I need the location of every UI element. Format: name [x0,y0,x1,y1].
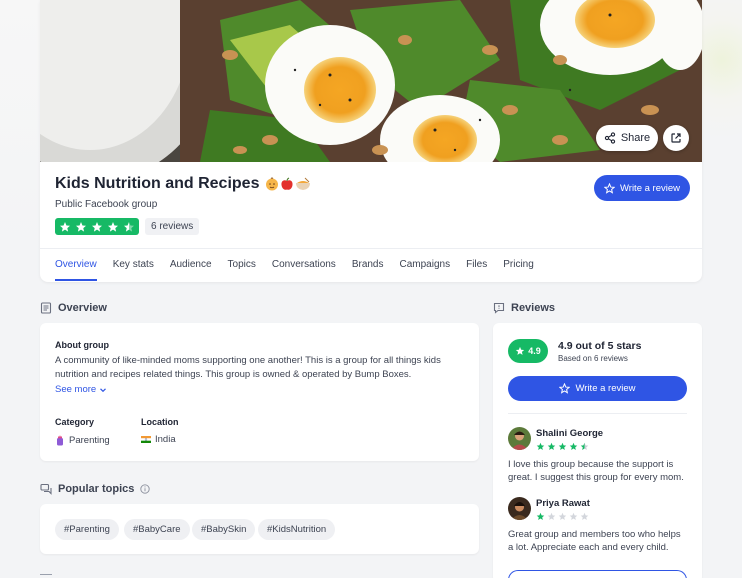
tab-audience[interactable]: Audience [170,259,212,279]
about-group-card: About group A community of like-minded m… [40,323,479,461]
write-review-button-sidebar[interactable]: Write a review [508,376,687,401]
review-bubble-icon [493,302,505,314]
popular-topics-title: Popular topics [58,483,135,495]
star-pen-icon [559,383,571,394]
tab-conversations[interactable]: Conversations [272,259,336,279]
tab-pricing[interactable]: Pricing [503,259,534,279]
topic-chip[interactable]: #BabySkin [192,519,256,540]
star-pen-icon [603,182,615,194]
star-icon [547,442,556,450]
star-icon [516,346,525,355]
star-empty-icon [547,512,556,520]
category-value: Parenting [55,434,110,446]
score-based-on: Based on 6 reviews [558,354,628,363]
write-review-label: Write a review [575,383,636,394]
tab-campaigns[interactable]: Campaigns [400,259,451,279]
star-empty-icon [569,512,578,520]
write-review-label: Write a review [619,182,680,194]
review-text: I love this group because the support is… [508,459,684,483]
chat-bubbles-icon [40,483,52,495]
info-icon[interactable] [140,484,151,494]
popular-topics-heading: Popular topics [40,483,151,495]
tab-topics[interactable]: Topics [228,259,256,279]
star-icon [76,221,86,232]
about-label: About group [55,340,109,350]
write-review-button[interactable]: Write a review [594,175,690,201]
topic-chip[interactable]: #BabyCare [124,519,190,540]
tab-key-stats[interactable]: Key stats [113,259,154,279]
tab-brands[interactable]: Brands [352,259,384,279]
background-left [0,0,40,250]
overview-title: Overview [58,302,107,314]
popular-topics-card: #Parenting #BabyCare #BabySkin #KidsNutr… [40,504,479,554]
score-badge: 4.9 [508,339,548,363]
background-right [702,0,742,250]
next-section-icon [40,574,52,578]
location-label: Location [141,417,179,427]
baby-emoji-icon [266,177,279,191]
star-half-icon [580,442,589,450]
reviews-heading: Reviews [493,302,555,314]
india-flag-icon [141,436,151,443]
star-icon [536,512,545,520]
reviews-title: Reviews [511,302,556,314]
group-header-card: Share Kids Nutrition and Recipes Public … [40,0,702,282]
topic-chip[interactable]: #KidsNutrition [258,519,336,540]
open-external-button[interactable] [663,125,689,151]
tab-files[interactable]: Files [466,259,487,279]
star-icon [569,442,578,450]
apple-emoji-icon [281,177,294,190]
review-stars [536,512,589,521]
topic-chip[interactable]: #Parenting [55,519,119,540]
category-label: Category [55,417,95,427]
chevron-down-icon [100,387,107,392]
score-value: 4.9 [528,346,541,356]
star-icon [92,221,102,232]
title-emojis [265,177,311,191]
reviewer-name: Shalini George [536,428,604,439]
see-all-reviews-button[interactable] [508,570,687,578]
bowl-emoji-icon [296,177,311,190]
see-more-link[interactable]: See more [55,384,107,395]
share-icon [604,132,615,144]
share-button[interactable]: Share [596,125,658,151]
location-value: India [141,434,176,445]
divider [40,248,702,249]
tab-bar: Overview Key stats Audience Topics Conve… [55,259,550,281]
star-half-icon [124,221,134,232]
avatar [508,497,531,520]
about-text: A community of like-minded moms supporti… [55,355,441,380]
group-type: Public Facebook group [55,199,158,210]
document-icon [40,302,52,314]
share-label: Share [620,132,651,144]
reviews-card: 4.9 4.9 out of 5 stars Based on 6 review… [493,323,702,578]
star-empty-icon [580,512,589,520]
score-summary: 4.9 out of 5 stars [558,340,642,352]
page-title: Kids Nutrition and Recipes [55,175,260,192]
star-icon [108,221,118,232]
external-link-icon [671,133,681,143]
star-icon [558,442,567,450]
category-text: Parenting [69,434,110,446]
location-text: India [155,434,176,445]
overview-heading: Overview [40,302,107,314]
star-icon [536,442,545,450]
divider [508,413,687,414]
cover-image: Share [40,0,702,162]
group-title-row: Kids Nutrition and Recipes [55,175,311,193]
rating-stars [55,218,139,235]
reviewer-name: Priya Rawat [536,498,590,509]
review-stars [536,442,589,451]
reviews-count: 6 reviews [145,218,200,235]
tab-overview[interactable]: Overview [55,259,97,281]
star-empty-icon [558,512,567,520]
see-more-label: See more [55,384,97,395]
review-text: Great group and members too who helps a … [508,529,681,553]
baby-bottle-icon [57,435,63,446]
star-icon [60,221,70,232]
avatar [508,427,531,450]
group-rating: 6 reviews [55,218,200,235]
